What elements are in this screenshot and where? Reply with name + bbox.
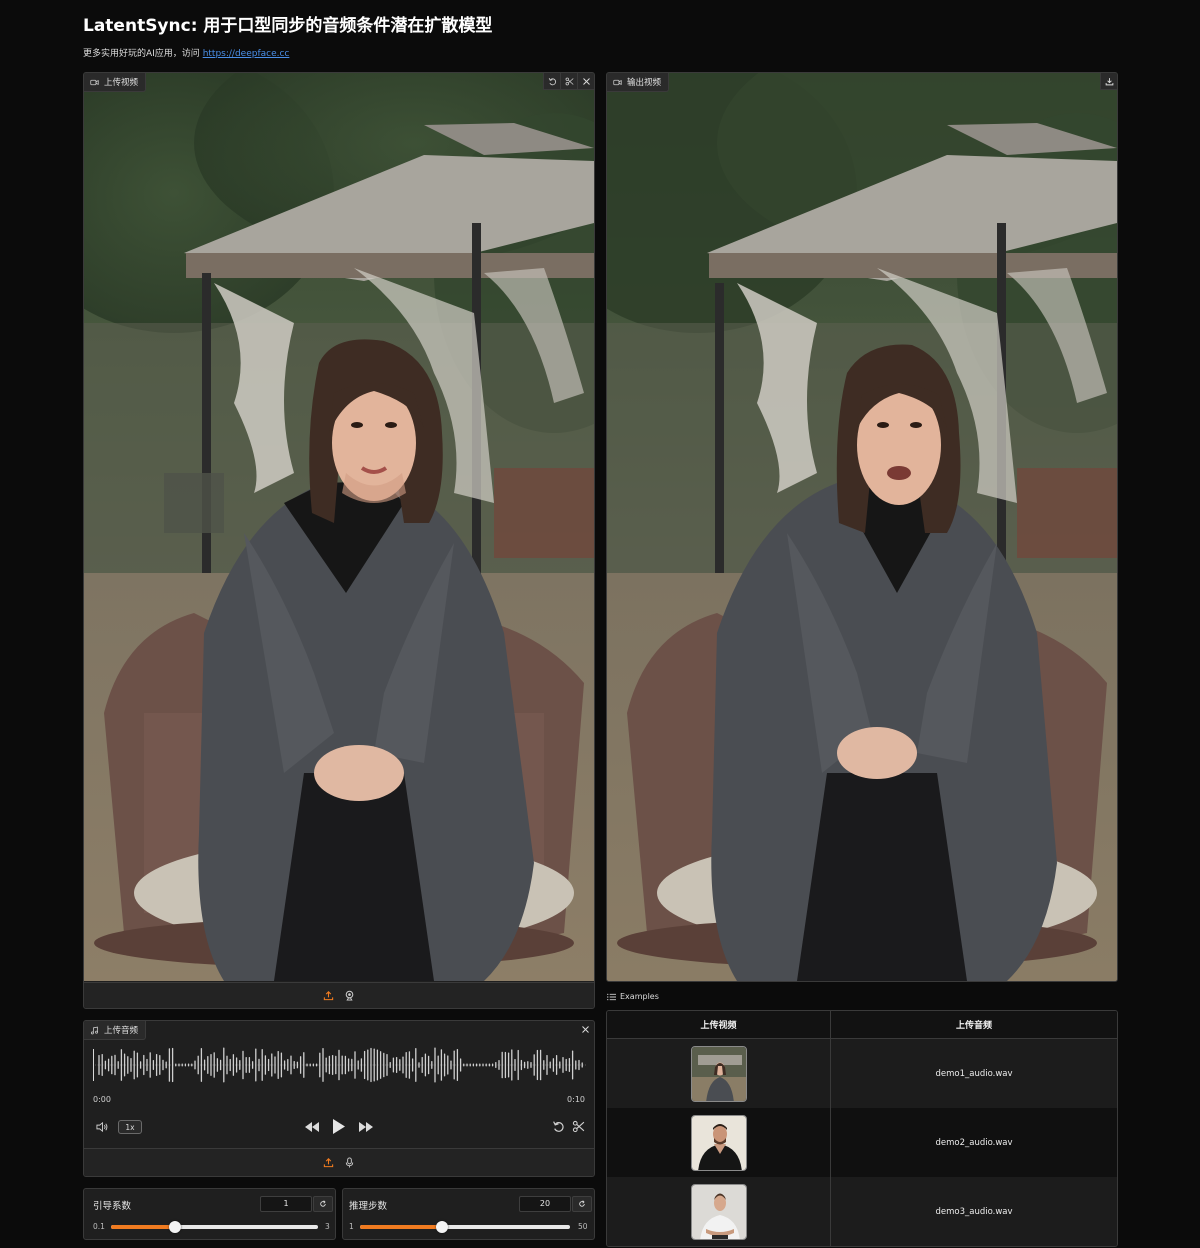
page-subtitle: 更多实用好玩的AI应用，访问 https://deepface.cc	[83, 46, 289, 59]
clear-video-button[interactable]	[577, 73, 594, 90]
guidance-input[interactable]: 1	[260, 1196, 312, 1212]
audio-tools	[577, 1021, 594, 1038]
reset-icon	[579, 1200, 585, 1207]
output-video-label-text: 输出视频	[627, 78, 662, 88]
example-video-cell	[607, 1039, 831, 1108]
examples-col-audio: 上传音频	[955, 1021, 992, 1031]
steps-reset-button[interactable]	[572, 1196, 592, 1212]
forward-icon[interactable]	[358, 1121, 374, 1133]
audio-waveform[interactable]	[93, 1047, 587, 1083]
example-audio-cell: demo2_audio.wav	[935, 1137, 1013, 1148]
download-button[interactable]	[1100, 73, 1117, 90]
example-video-cell	[607, 1108, 831, 1177]
example-row-2[interactable]: demo2_audio.wav	[607, 1108, 1117, 1177]
guidance-slider-thumb[interactable]	[169, 1221, 182, 1233]
steps-max: 50	[578, 1222, 588, 1231]
subtitle-text: 更多实用好玩的AI应用，访问	[83, 49, 203, 59]
example-video-thumbnail[interactable]	[690, 1114, 747, 1171]
upload-icon[interactable]	[323, 990, 334, 1001]
microphone-icon[interactable]	[344, 1157, 355, 1168]
steps-label: 推理步数	[349, 1201, 388, 1212]
audio-time-end: 0:10	[567, 1095, 585, 1104]
output-video-image	[607, 73, 1117, 981]
input-video-label: 上传视频	[84, 73, 147, 92]
output-video-panel: 输出视频	[606, 72, 1118, 982]
input-video-panel: 上传视频	[83, 72, 595, 1009]
audio-panel: 上传音频 0:00 0:10 1x	[83, 1020, 595, 1177]
undo-button[interactable]	[543, 73, 560, 90]
rewind-icon[interactable]	[304, 1121, 320, 1133]
guidance-slider-panel: 引导系数 1 0.1 3	[83, 1188, 336, 1240]
scissors-icon	[565, 77, 574, 85]
examples-table: 上传视频 上传音频 demo1_audio.wav demo2_audio.wa…	[606, 1010, 1118, 1247]
playback-speed-button[interactable]: 1x	[118, 1120, 142, 1134]
steps-slider-fill	[360, 1225, 442, 1229]
page-title: LatentSync: 用于口型同步的音频条件潜在扩散模型	[83, 16, 493, 36]
webcam-icon[interactable]	[344, 990, 355, 1001]
input-video-label-text: 上传视频	[104, 78, 139, 88]
deepface-link[interactable]: https://deepface.cc	[203, 49, 290, 59]
example-video-1-image	[691, 1046, 746, 1101]
play-icon[interactable]	[332, 1118, 346, 1135]
output-video-tools	[1100, 73, 1117, 90]
input-video-image	[84, 73, 594, 981]
steps-min: 1	[349, 1222, 354, 1231]
input-video-source-bar	[84, 982, 594, 1008]
video-icon	[613, 79, 622, 85]
steps-slider-thumb[interactable]	[435, 1221, 448, 1233]
undo-icon	[548, 77, 556, 85]
example-row-3[interactable]: demo3_audio.wav	[607, 1177, 1117, 1246]
download-icon	[1105, 77, 1113, 85]
output-video-label: 输出视频	[607, 73, 670, 92]
guidance-max: 3	[325, 1222, 330, 1231]
example-video-thumbnail[interactable]	[690, 1045, 747, 1102]
audio-time-start: 0:00	[93, 1095, 111, 1104]
upload-icon[interactable]	[323, 1157, 334, 1168]
example-audio-cell: demo1_audio.wav	[935, 1068, 1013, 1079]
trim-button[interactable]	[560, 73, 577, 90]
guidance-label: 引导系数	[93, 1201, 132, 1212]
undo-icon[interactable]	[552, 1120, 565, 1133]
list-icon	[607, 993, 616, 1000]
steps-slider-panel: 推理步数 20 1 50	[342, 1188, 595, 1240]
audio-controls: 1x	[84, 1117, 594, 1137]
input-video-tools	[543, 73, 594, 90]
output-video-frame[interactable]	[607, 73, 1117, 981]
guidance-slider-fill	[111, 1225, 176, 1229]
examples-heading-text: Examples	[620, 992, 659, 1001]
close-icon	[582, 77, 590, 85]
examples-header-row: 上传视频 上传音频	[607, 1011, 1117, 1039]
guidance-slider[interactable]	[111, 1221, 318, 1233]
example-video-thumbnail[interactable]	[690, 1183, 747, 1240]
audio-label-text: 上传音频	[104, 1026, 139, 1036]
music-icon	[90, 1026, 98, 1034]
input-video-frame[interactable]	[84, 73, 594, 981]
reset-icon	[320, 1200, 326, 1207]
steps-slider[interactable]	[360, 1221, 570, 1233]
clear-audio-button[interactable]	[577, 1021, 594, 1038]
volume-icon[interactable]	[96, 1121, 109, 1133]
guidance-min: 0.1	[93, 1222, 105, 1231]
steps-input[interactable]: 20	[519, 1196, 571, 1212]
example-video-3-image	[691, 1184, 746, 1239]
examples-heading: Examples	[607, 992, 659, 1001]
audio-label: 上传音频	[84, 1021, 147, 1040]
example-row-1[interactable]: demo1_audio.wav	[607, 1039, 1117, 1108]
scissors-icon[interactable]	[572, 1120, 585, 1133]
examples-col-video: 上传视频	[607, 1011, 831, 1038]
example-video-cell	[607, 1177, 831, 1246]
example-video-2-image	[691, 1115, 746, 1170]
audio-source-bar	[84, 1148, 594, 1176]
example-audio-cell: demo3_audio.wav	[935, 1206, 1013, 1217]
guidance-reset-button[interactable]	[313, 1196, 333, 1212]
video-icon	[90, 79, 99, 85]
close-icon	[582, 1026, 589, 1033]
